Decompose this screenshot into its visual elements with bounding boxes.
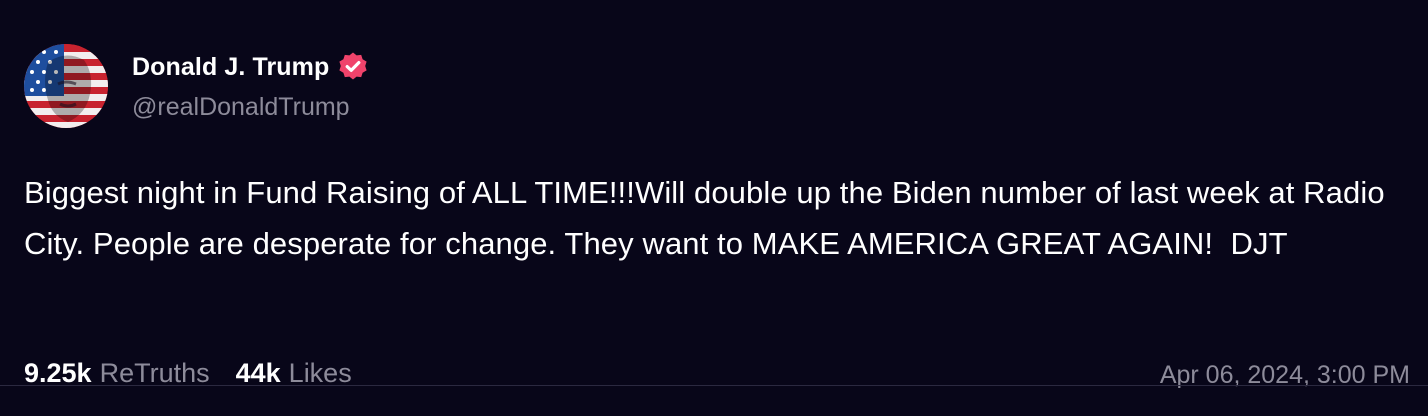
post-divider bbox=[0, 385, 1428, 386]
post-content: Biggest night in Fund Raising of ALL TIM… bbox=[24, 175, 1394, 261]
author-avatar[interactable] bbox=[24, 44, 108, 128]
author-name-row: Donald J. Trump bbox=[132, 49, 369, 85]
author-handle[interactable]: @realDonaldTrump bbox=[132, 93, 350, 122]
flag-portrait-icon bbox=[24, 44, 108, 128]
post-card: Donald J. Trump @realDonaldTrump Biggest… bbox=[0, 0, 1428, 416]
author-display-name[interactable]: Donald J. Trump bbox=[132, 53, 329, 82]
verified-badge-icon bbox=[339, 52, 367, 80]
